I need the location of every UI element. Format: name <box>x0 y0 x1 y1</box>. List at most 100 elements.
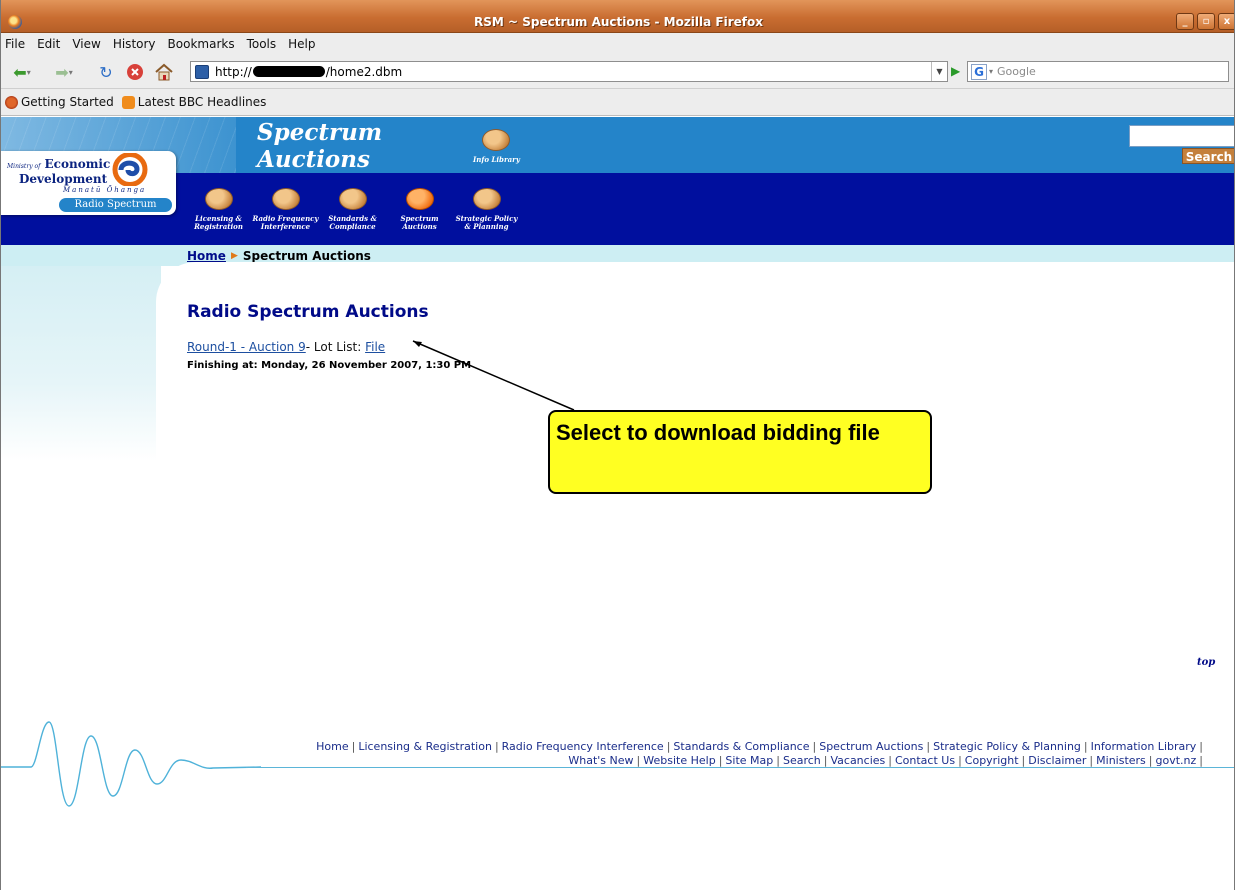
finishing-time: Finishing at: Monday, 26 November 2007, … <box>187 360 472 371</box>
home-button[interactable] <box>153 63 175 81</box>
footer-link[interactable]: Vacancies <box>830 754 885 767</box>
footer-separator: | <box>494 740 499 753</box>
nav-label: Strategic Policy & Planning <box>455 214 518 231</box>
dropdown-icon: ▾ <box>68 67 73 77</box>
navigation-toolbar: ⬅ ▾ ➡ ▾ ↻ http:// /home2.dbm ▼ ▶ G ▾ Googl… <box>1 55 1234 89</box>
site-favicon-icon <box>195 64 209 79</box>
engine-dropdown-icon[interactable]: ▾ <box>989 67 993 76</box>
redacted-domain <box>252 66 325 77</box>
footer-separator: | <box>776 754 780 767</box>
nav-info-library[interactable]: Info Library <box>473 129 520 164</box>
footer-link[interactable]: Site Map <box>725 754 773 767</box>
ministry-logo[interactable]: Ministry of Economic Development Manatū … <box>1 151 176 215</box>
footer-separator: | <box>636 754 641 767</box>
breadcrumb-arrow-icon: ▶ <box>230 251 238 261</box>
address-bar[interactable]: http:// /home2.dbm ▼ <box>190 61 948 82</box>
firefox-icon <box>5 95 18 109</box>
annotation-callout: Select to download bidding file <box>548 410 932 494</box>
footer-link[interactable]: Website Help <box>643 754 715 767</box>
ministry-name: Ministry of Economic Development <box>7 157 111 186</box>
footer-separator: | <box>812 740 817 753</box>
dropdown-icon: ▾ <box>26 67 31 77</box>
reload-button[interactable]: ↻ <box>96 62 116 82</box>
footer-links: Home | Licensing & Registration | Radio Freq… <box>256 740 1206 768</box>
google-engine-icon[interactable]: G <box>971 63 987 80</box>
wave-decoration <box>1 721 261 807</box>
footer-link[interactable]: What's New <box>568 754 633 767</box>
footer-link[interactable]: Disclaimer <box>1028 754 1086 767</box>
menu-help[interactable]: Help <box>288 37 315 51</box>
bookmarks-toolbar: Getting Started Latest BBC Headlines <box>1 89 1234 116</box>
back-arrow-icon: ⬅ <box>13 62 27 82</box>
footer-link[interactable]: Strategic Policy & Planning <box>933 740 1081 753</box>
url-history-dropdown[interactable]: ▼ <box>931 62 947 81</box>
rss-icon <box>121 95 135 109</box>
breadcrumb: Home ▶ Spectrum Auctions <box>187 249 371 263</box>
window-titlebar[interactable]: RSM ~ Spectrum Auctions - Mozilla Firefo… <box>1 0 1234 33</box>
bookmark-bbc-headlines[interactable]: Latest BBC Headlines <box>121 95 267 109</box>
close-button[interactable]: x <box>1218 13 1234 30</box>
site-search-button[interactable]: Search <box>1182 148 1234 164</box>
med-swirl-icon <box>112 153 148 186</box>
nav-licensing-registration[interactable]: Licensing & Registration <box>185 188 252 231</box>
info-library-icon <box>482 129 511 151</box>
menu-tools[interactable]: Tools <box>247 37 277 51</box>
bookmark-label: Getting Started <box>21 95 114 109</box>
site-search-input[interactable] <box>1129 125 1234 147</box>
auction-link[interactable]: Round-1 - Auction 9 <box>187 340 306 354</box>
nav-spectrum-auctions[interactable]: Spectrum Auctions <box>386 188 453 231</box>
nav-label: Standards & Compliance <box>328 214 377 231</box>
url-prefix: http:// <box>215 64 252 79</box>
forward-arrow-icon: ➡ <box>55 62 69 82</box>
footer-link[interactable]: Copyright <box>965 754 1019 767</box>
nav-standards-compliance[interactable]: Standards & Compliance <box>319 188 386 231</box>
forward-button[interactable]: ➡ ▾ <box>51 62 77 82</box>
footer-link[interactable]: govt.nz <box>1156 754 1197 767</box>
site-title: Spectrum Auctions <box>257 119 383 173</box>
maximize-button[interactable]: ▫ <box>1197 13 1215 30</box>
maori-name: Manatū Ōhanga <box>63 186 147 194</box>
site-header: Ministry of Economic Development Manatū … <box>1 117 1234 245</box>
reload-icon: ↻ <box>99 62 113 82</box>
spectrum-auctions-icon <box>405 188 434 210</box>
nav-label: Licensing & Registration <box>194 214 243 231</box>
menu-file[interactable]: File <box>5 37 25 51</box>
go-button[interactable]: ▶ <box>951 64 960 78</box>
stop-icon <box>127 64 143 80</box>
menu-bookmarks[interactable]: Bookmarks <box>168 37 235 51</box>
web-search-box[interactable]: G ▾ Google <box>967 61 1229 82</box>
breadcrumb-home-link[interactable]: Home <box>187 249 226 263</box>
menu-edit[interactable]: Edit <box>37 37 60 51</box>
menu-history[interactable]: History <box>113 37 156 51</box>
footer-link[interactable]: Home <box>316 740 348 753</box>
info-library-label: Info Library <box>473 155 520 164</box>
footer-link[interactable]: Contact Us <box>895 754 955 767</box>
back-button[interactable]: ⬅ ▾ <box>9 62 35 82</box>
left-decorative-panel <box>1 266 161 461</box>
stop-button[interactable] <box>125 63 145 81</box>
footer-link[interactable]: Licensing & Registration <box>358 740 492 753</box>
footer-separator: | <box>958 754 962 767</box>
footer-separator: | <box>718 754 723 767</box>
file-download-link[interactable]: File <box>365 340 385 354</box>
page-title: Radio Spectrum Auctions <box>187 302 429 322</box>
licensing-icon <box>204 188 233 210</box>
footer-link[interactable]: Spectrum Auctions <box>819 740 923 753</box>
bookmark-getting-started[interactable]: Getting Started <box>5 95 114 109</box>
footer-separator: | <box>1199 740 1203 753</box>
nav-strategic-policy-planning[interactable]: Strategic Policy & Planning <box>453 188 520 231</box>
minimize-button[interactable]: _ <box>1176 13 1194 30</box>
url-path: /home2.dbm <box>325 64 403 79</box>
footer-link[interactable]: Search <box>783 754 821 767</box>
browser-window: RSM ~ Spectrum Auctions - Mozilla Firefo… <box>0 0 1235 890</box>
footer-link[interactable]: Radio Frequency Interference <box>502 740 664 753</box>
nav-radio-frequency-interference[interactable]: Radio Frequency Interference <box>252 188 319 231</box>
menu-view[interactable]: View <box>72 37 100 51</box>
back-to-top-link[interactable]: top <box>1197 657 1215 668</box>
footer-link[interactable]: Ministers <box>1096 754 1146 767</box>
footer-link[interactable]: Information Library <box>1091 740 1197 753</box>
bookmark-label: Latest BBC Headlines <box>137 95 267 109</box>
footer-link[interactable]: Standards & Compliance <box>673 740 809 753</box>
footer-separator: | <box>1148 754 1153 767</box>
footer-separator: | <box>666 740 671 753</box>
